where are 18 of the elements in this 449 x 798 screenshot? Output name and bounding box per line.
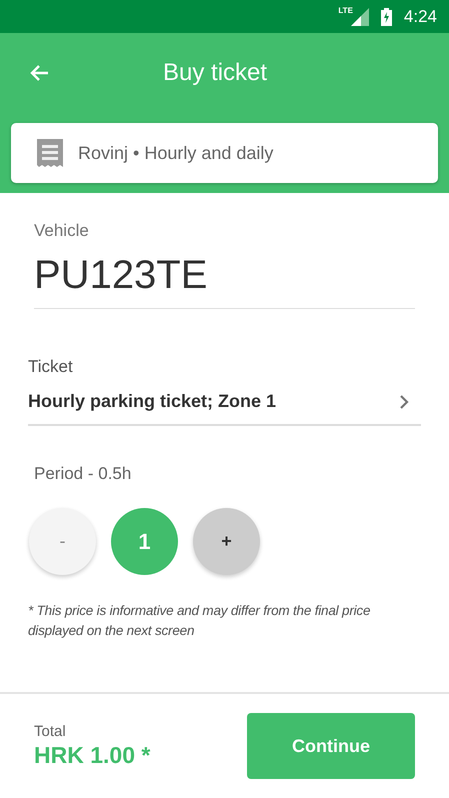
increment-button[interactable]: + — [193, 508, 260, 575]
zone-card[interactable]: Rovinj • Hourly and daily — [11, 123, 438, 183]
ticket-selector[interactable]: Hourly parking ticket; Zone 1 — [28, 377, 421, 426]
ticket-label: Ticket — [28, 357, 74, 377]
total-price: HRK 1.00 * — [34, 742, 150, 769]
total-label: Total — [34, 723, 67, 740]
vehicle-label: Vehicle — [34, 221, 90, 241]
price-note: * This price is informative and may differ from the final price displayed on the next screen — [28, 602, 372, 640]
period-label: Period - 0.5h — [34, 464, 132, 484]
chevron-icon — [399, 394, 409, 410]
network-label: LTE — [338, 6, 353, 15]
period-count: 1 — [111, 508, 178, 575]
battery-icon — [380, 8, 392, 26]
vehicle-field[interactable]: PU123TE — [34, 241, 415, 309]
clock: 4:24 — [404, 6, 437, 26]
screen-title: Buy ticket — [163, 59, 268, 87]
receipt-icon — [37, 139, 63, 167]
zone-text: Rovinj • Hourly and daily — [78, 142, 274, 164]
